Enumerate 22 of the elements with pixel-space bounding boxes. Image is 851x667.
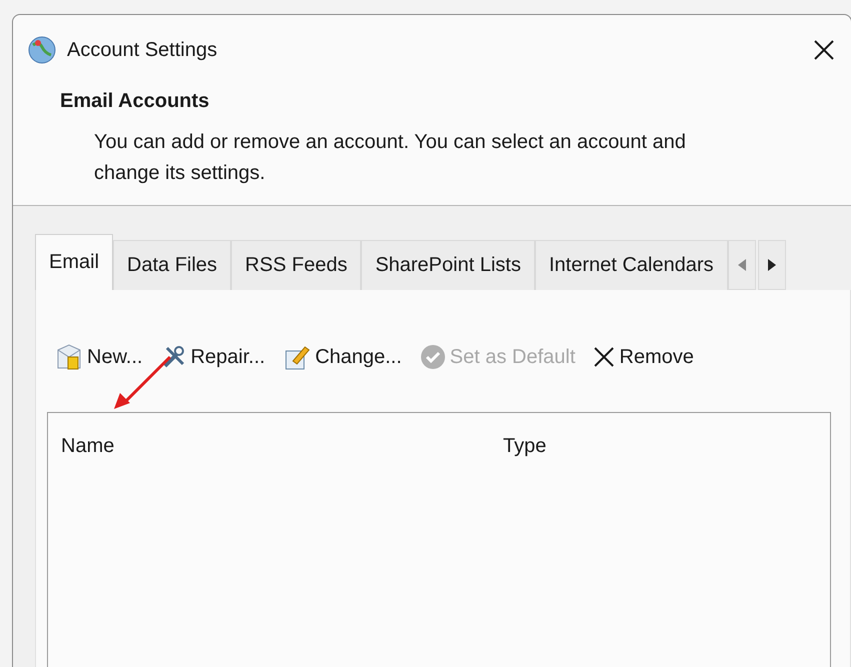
tab[interactable]: RSS Feeds xyxy=(231,240,362,290)
envelope-icon xyxy=(55,342,83,372)
toolbar-button[interactable]: Repair... xyxy=(158,342,268,372)
toolbar-button[interactable]: New... xyxy=(53,340,145,374)
tab[interactable]: Email xyxy=(35,234,114,290)
window-title: Account Settings xyxy=(67,38,218,62)
column-header: Type xyxy=(503,435,546,459)
close-icon xyxy=(593,346,616,368)
tab[interactable]: Data Files xyxy=(113,240,232,290)
right-triangle-icon xyxy=(768,259,776,271)
tab[interactable]: SharePoint Lists xyxy=(361,240,535,290)
scroll-right-button[interactable] xyxy=(758,240,786,290)
check-circle-icon xyxy=(420,344,446,370)
close-icon xyxy=(813,39,835,61)
globe-icon xyxy=(27,35,57,65)
section-description: You can add or remove an account. You can select an account and change its settings. xyxy=(94,130,687,186)
toolbar-button[interactable]: Change... xyxy=(281,341,404,373)
left-triangle-icon xyxy=(738,259,746,271)
column-header: Name xyxy=(61,435,116,459)
toolbar-button[interactable]: Remove xyxy=(591,344,696,370)
section-title: Email Accounts xyxy=(60,90,210,113)
tab[interactable]: Internet Calendars xyxy=(534,240,728,290)
